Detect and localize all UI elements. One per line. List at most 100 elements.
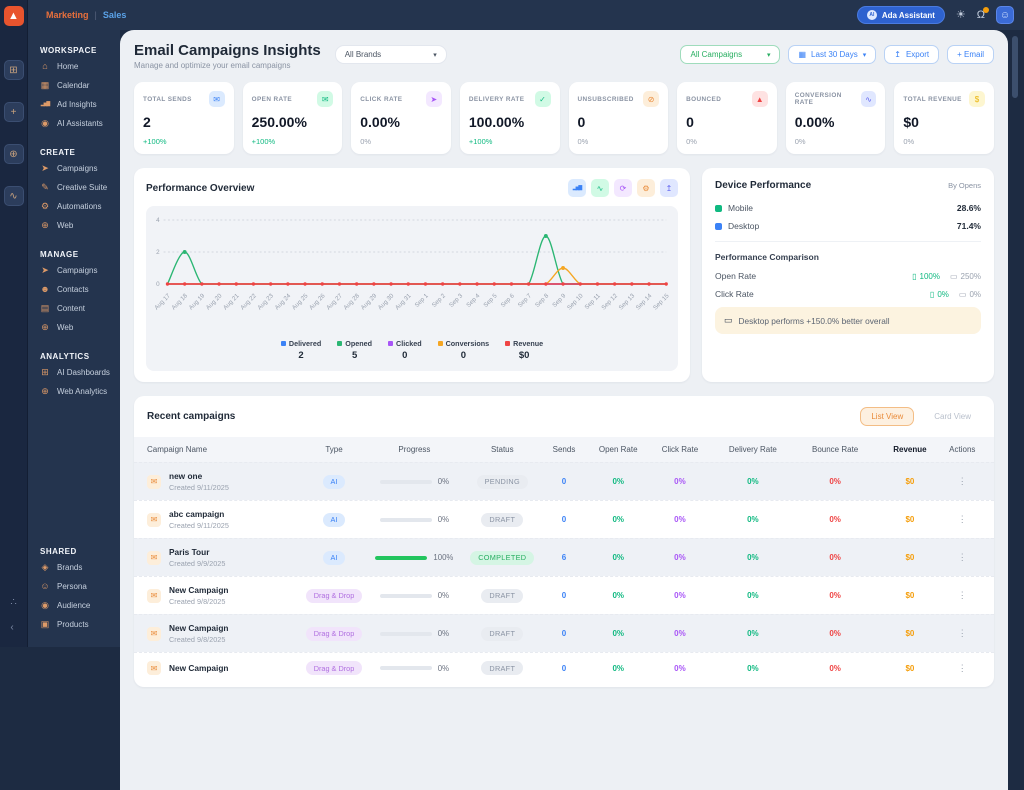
legend-label: Clicked: [396, 339, 422, 348]
status-badge: PENDING: [476, 474, 528, 489]
sidebar-item-brands[interactable]: ◈ Brands: [40, 563, 120, 573]
table-row[interactable]: ✉ New Campaign Drag & Drop 0% DRAFT 0 0% 0% 0% 0%…: [134, 652, 994, 683]
sidebar-item-campaigns[interactable]: ➤ Campaigns: [40, 164, 120, 174]
chart-line-icon[interactable]: ∿: [3, 186, 24, 206]
svg-text:0: 0: [156, 281, 160, 288]
new-email-button[interactable]: + Email: [947, 45, 994, 64]
settings-button[interactable]: ⚙: [637, 179, 655, 197]
sidebar-item-web[interactable]: ⊕ Web: [40, 323, 120, 333]
table-row[interactable]: ✉ New Campaign Created 9/8/2025 Drag & Drop…: [134, 576, 994, 614]
date-range-select[interactable]: ▦ Last 30 Days ▾: [788, 45, 877, 64]
plus-icon[interactable]: +: [3, 102, 24, 122]
stat-card-delivery-rate: DELIVERY RATE ✓ 100.00% +100%: [459, 82, 560, 154]
chevron-down-icon: ▾: [766, 51, 771, 59]
stat-change: 0%: [577, 137, 589, 146]
export-button[interactable]: ↥ Export: [884, 45, 940, 64]
ad-insights-icon: ▂▅▇: [40, 101, 51, 107]
new-email-label: + Email: [957, 50, 984, 59]
column-header-sends: Sends: [552, 445, 576, 454]
row-actions-button[interactable]: ⋮: [944, 514, 981, 525]
sidebar-item-audience[interactable]: ◉ Audience: [40, 600, 120, 611]
row-actions-button[interactable]: ⋮: [944, 628, 981, 639]
list-view-button[interactable]: List View: [860, 407, 915, 426]
delivery-rate-value: 0%: [747, 477, 759, 486]
app-logo-icon[interactable]: ▲: [3, 6, 24, 26]
legend-swatch: [280, 341, 286, 346]
table-row[interactable]: ✉ abc campaign Created 9/11/2025 AI 0% DRAFT 0…: [134, 500, 994, 538]
column-header-click-rate: Click Rate: [661, 445, 699, 454]
notification-badge: [983, 6, 989, 13]
table-row[interactable]: ✉ new one Created 9/11/2025 AI 0% PENDING 0 0% 0…: [134, 462, 994, 500]
svg-text:Sep 4: Sep 4: [465, 292, 482, 309]
notifications-bell-icon[interactable]: Ω: [977, 6, 989, 21]
comparison-label: Open Rate: [715, 271, 757, 281]
sidebar-item-ad-insights[interactable]: ▂▅▇ Ad Insights: [40, 100, 120, 109]
user-avatar[interactable]: ☺: [996, 6, 1014, 24]
sidebar-item-contacts[interactable]: ☻ Contacts: [40, 285, 120, 295]
sidebar-item-products[interactable]: ▣ Products: [40, 620, 120, 630]
progress-bar: [379, 666, 432, 670]
stat-card-open-rate: OPEN RATE ✉ 250.00% +100%: [242, 82, 343, 154]
campaign-mail-icon: ✉: [147, 512, 161, 527]
legend-total: 0: [402, 350, 408, 361]
row-actions-button[interactable]: ⋮: [944, 663, 981, 674]
chevron-down-icon: ▾: [862, 51, 867, 59]
chart-line-button[interactable]: ∿: [591, 179, 609, 197]
top-nav-marketing[interactable]: Marketing: [46, 10, 89, 20]
bar-chart-button[interactable]: ▂▅▇: [568, 179, 586, 197]
sidebar: WORKSPACE ⌂ Home ▦ Calendar ▂▅▇ Ad Insights ◉ AI…: [28, 30, 120, 647]
svg-text:Sep 8: Sep 8: [534, 292, 551, 309]
legend-label: Conversions: [445, 339, 490, 348]
sidebar-item-ai-assistants[interactable]: ◉ AI Assistants: [40, 119, 120, 129]
globe-icon[interactable]: ⊕: [3, 144, 24, 164]
grid-icon[interactable]: ⊞: [3, 60, 24, 80]
revenue-value: $0: [905, 591, 915, 600]
scrollbar-thumb[interactable]: [1012, 36, 1018, 98]
top-nav-sales[interactable]: Sales: [103, 10, 127, 20]
sidebar-item-calendar[interactable]: ▦ Calendar: [40, 81, 120, 91]
row-actions-button[interactable]: ⋮: [944, 476, 981, 487]
home-icon: ⌂: [42, 61, 48, 71]
sidebar-item-ai-dashboards[interactable]: ⊞ AI Dashboards: [40, 368, 120, 378]
sidebar-item-label: Automations: [57, 202, 102, 211]
persona-icon: ☺: [40, 581, 50, 591]
sidebar-item-content[interactable]: ▤ Content: [40, 304, 120, 314]
chart-line-icon: ∿: [860, 91, 877, 107]
sidebar-item-label: Web Analytics: [57, 387, 108, 396]
view-toggle: List View Card View: [860, 407, 981, 426]
legend-swatch: [505, 341, 511, 346]
table-row[interactable]: ✉ New Campaign Created 9/8/2025 Drag & Drop…: [134, 614, 994, 652]
sidebar-item-home[interactable]: ⌂ Home: [40, 61, 120, 72]
share-icon[interactable]: ∴: [10, 597, 16, 608]
column-header-campaign-name: Campaign Name: [147, 445, 208, 454]
device-insight-text: Desktop performs +150.0% better overall: [738, 315, 890, 326]
sidebar-item-automations[interactable]: ⚙ Automations: [40, 202, 120, 212]
sidebar-item-persona[interactable]: ☺ Persona: [40, 581, 120, 592]
audience-icon: ◉: [41, 600, 49, 610]
sidebar-item-label: Persona: [57, 582, 87, 591]
sidebar-item-web-analytics[interactable]: ⊕ Web Analytics: [40, 387, 120, 397]
brand-filter-select[interactable]: All Brands ▾: [334, 45, 447, 64]
device-performance-title: Device Performance: [715, 180, 812, 191]
legend-label: Revenue: [513, 339, 544, 348]
ada-assistant-button[interactable]: AI Ada Assistant: [856, 6, 945, 24]
svg-text:Sep 2: Sep 2: [431, 292, 448, 309]
export-button[interactable]: ↥: [660, 179, 678, 197]
svg-text:Aug 22: Aug 22: [239, 292, 258, 311]
table-row[interactable]: ✉ Paris Tour Created 9/9/2025 AI 100% COMPLET…: [134, 538, 994, 576]
sidebar-item-creative-suite[interactable]: ✎ Creative Suite: [40, 183, 120, 193]
progress-label: 0%: [437, 629, 450, 638]
theme-toggle-icon[interactable]: ☀: [956, 9, 966, 21]
warning-icon: ▲: [751, 91, 768, 107]
sidebar-item-campaigns[interactable]: ➤ Campaigns: [40, 266, 120, 276]
row-actions-button[interactable]: ⋮: [944, 590, 981, 601]
refresh-button[interactable]: ⟳: [614, 179, 632, 197]
campaign-filter-select[interactable]: All Campaigns ▾: [680, 45, 781, 64]
sidebar-section-manage: MANAGE ➤ Campaigns ☻ Contacts ▤ Content ⊕ Web: [40, 240, 120, 342]
sidebar-item-web[interactable]: ⊕ Web: [40, 221, 120, 231]
card-view-button[interactable]: Card View: [924, 408, 981, 425]
user-minus-icon: ⊘: [643, 91, 660, 107]
legend-swatch: [337, 341, 343, 346]
collapse-icon[interactable]: ‹: [10, 622, 16, 633]
row-actions-button[interactable]: ⋮: [944, 552, 981, 563]
